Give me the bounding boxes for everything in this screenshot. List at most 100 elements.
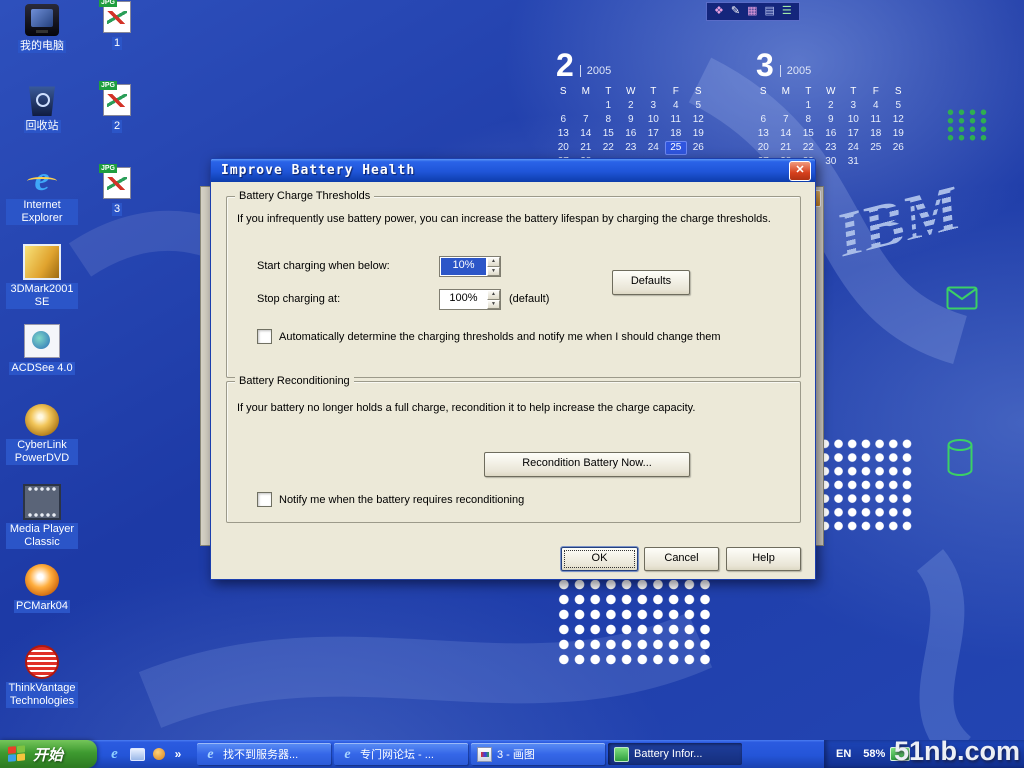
taskbar-task-button-3[interactable]: 3 - 画图 (471, 743, 605, 765)
options-icon[interactable]: ☰ (782, 4, 792, 19)
toolbar-menu-icon[interactable]: ▤ (765, 4, 775, 19)
desktop-icon-mark3d[interactable]: 3DMark2001 SE (6, 244, 78, 324)
task-button-label: 专门网论坛 - ... (360, 746, 434, 762)
calendar-date: 24 (842, 141, 865, 155)
desktop-icon-recycle-bin[interactable]: 回收站 (6, 84, 78, 164)
soft-keyboard-icon[interactable]: ▦ (747, 4, 757, 19)
jpg-icon: JPG (103, 1, 131, 33)
start-threshold-spinner[interactable]: 10% ▲ ▼ (439, 256, 501, 277)
calendar-date: 11 (665, 113, 688, 127)
desktop-icon-label: 我的电脑 (18, 40, 66, 53)
desktop-icon-label: 回收站 (24, 120, 61, 133)
battery-icon (614, 747, 629, 762)
task-buttons: 找不到服务器... 专门网论坛 - ... 3 - 画图 Battery Infor.… (197, 743, 742, 765)
reconditioning-description: If your battery no longer holds a full c… (237, 402, 792, 414)
calendar-date: 23 (820, 141, 843, 155)
language-bar[interactable]: ❖ ✎ ▦ ▤ ☰ (706, 2, 800, 21)
auto-determine-checkbox[interactable]: Automatically determine the charging thr… (257, 329, 720, 344)
jpg-badge: JPG (99, 164, 117, 173)
taskbar-task-button-1[interactable]: 找不到服务器... (197, 743, 331, 765)
quicklaunch-media-player-icon[interactable] (153, 748, 165, 760)
calendar-date: 4 (865, 99, 888, 113)
desktop-icon-mpc[interactable]: Media Player Classic (6, 484, 78, 564)
calendar-date: 14 (575, 127, 598, 141)
calendar-date: 3 (842, 99, 865, 113)
paint-icon (477, 747, 492, 762)
calendar-date: 26 (687, 141, 710, 155)
task-button-label: Battery Infor... (634, 748, 702, 760)
notify-reconditioning-checkbox[interactable]: Notify me when the battery requires reco… (257, 492, 524, 507)
ie-icon (203, 747, 218, 762)
desktop: 2 2005 SMTWTFS12345678910111213141516171… (0, 0, 1024, 768)
desktop-icon-jpg-3[interactable]: JPG3 (88, 167, 146, 249)
calendar-month: 3 (756, 50, 774, 80)
calendar-date: 20 (552, 141, 575, 155)
quicklaunch-overflow-chevron-icon[interactable]: » (173, 747, 183, 762)
checkbox-icon[interactable] (257, 329, 272, 344)
calendar-date: 8 (597, 113, 620, 127)
stop-threshold-spinner[interactable]: 100% ▲ ▼ (439, 289, 501, 310)
dialog-titlebar[interactable]: Improve Battery Health ✕ (211, 159, 815, 182)
spin-down-icon[interactable]: ▼ (487, 267, 500, 277)
calendar-date (865, 155, 888, 169)
calendar-date: 20 (752, 141, 775, 155)
desktop-icon-my-computer[interactable]: 我的电脑 (6, 4, 78, 84)
spin-up-icon[interactable]: ▲ (487, 290, 500, 300)
desktop-icon-thinkvantage[interactable]: ThinkVantage Technologies (6, 645, 78, 725)
start-button[interactable]: 开始 (0, 740, 97, 768)
start-button-label: 开始 (33, 744, 63, 765)
help-button[interactable]: Help (726, 547, 801, 571)
spin-up-icon[interactable]: ▲ (487, 257, 500, 267)
desktop-icon-powerdvd[interactable]: CyberLink PowerDVD (6, 404, 78, 484)
calendar-day-header: T (842, 85, 865, 99)
quicklaunch-show-desktop-icon[interactable] (130, 748, 145, 761)
desktop-icon-jpg-2[interactable]: JPG 2 (88, 84, 146, 166)
calendar-february-2005: 2 2005 SMTWTFS12345678910111213141516171… (552, 50, 710, 169)
calendar-date: 31 (842, 155, 865, 169)
taskbar-task-button-4[interactable]: Battery Infor... (608, 743, 742, 765)
desktop-icon-label: 2 (112, 120, 122, 133)
desktop-icon-pcmark[interactable]: PCMark04 (6, 564, 78, 644)
ime-icon[interactable]: ❖ (714, 4, 724, 19)
cancel-button[interactable]: Cancel (644, 547, 719, 571)
pen-icon[interactable]: ✎ (731, 4, 740, 19)
desktop-icon-label: Media Player Classic (6, 523, 78, 549)
calendar-day-header: T (642, 85, 665, 99)
desktop-icon-jpg-1[interactable]: JPG1 (88, 1, 146, 83)
quicklaunch-ie-icon[interactable]: e (107, 747, 122, 762)
desktop-icon-ie[interactable]: eInternet Explorer (6, 164, 78, 244)
language-indicator[interactable]: EN (836, 748, 851, 760)
calendar-day-header: S (752, 85, 775, 99)
dialog-title: Improve Battery Health (221, 163, 789, 178)
desktop-icon-acdsee[interactable]: ACDSee 4.0 (6, 324, 78, 404)
jpg-icon: JPG (103, 84, 131, 116)
ie-icon: e (25, 164, 59, 196)
keypad-grid-icon (944, 107, 988, 141)
recondition-battery-button[interactable]: Recondition Battery Now... (484, 452, 690, 477)
defaults-button[interactable]: Defaults (612, 270, 690, 295)
close-icon[interactable]: ✕ (789, 161, 811, 181)
desktop-icon-label: CyberLink PowerDVD (6, 439, 78, 465)
desktop-file-column: JPG1JPG2JPG3 (88, 0, 146, 249)
checkbox-icon[interactable] (257, 492, 272, 507)
stop-threshold-value[interactable]: 100% (441, 291, 486, 308)
jpg-badge: JPG (99, 81, 117, 90)
group-legend: Battery Reconditioning (235, 375, 354, 387)
powerdvd-icon (25, 404, 59, 436)
calendar-year: 2005 (580, 65, 611, 77)
desktop-icon-label: ThinkVantage Technologies (6, 682, 78, 708)
calendar-date: 26 (887, 141, 910, 155)
calendar-date: 10 (842, 113, 865, 127)
spin-down-icon[interactable]: ▼ (487, 300, 500, 310)
taskbar-task-button-2[interactable]: 专门网论坛 - ... (334, 743, 468, 765)
calendar-date: 1 (597, 99, 620, 113)
calendar-day-header: M (575, 85, 598, 99)
recycle-bin-icon (25, 84, 59, 116)
ok-button[interactable]: OK (561, 547, 638, 571)
start-threshold-value[interactable]: 10% (441, 258, 486, 275)
spinner-buttons: ▲ ▼ (487, 257, 500, 276)
calendar-date: 12 (687, 113, 710, 127)
pcmark-icon (25, 564, 59, 596)
calendar-date: 1 (797, 99, 820, 113)
battery-charge-thresholds-group: Battery Charge Thresholds If you infrequ… (226, 196, 801, 378)
